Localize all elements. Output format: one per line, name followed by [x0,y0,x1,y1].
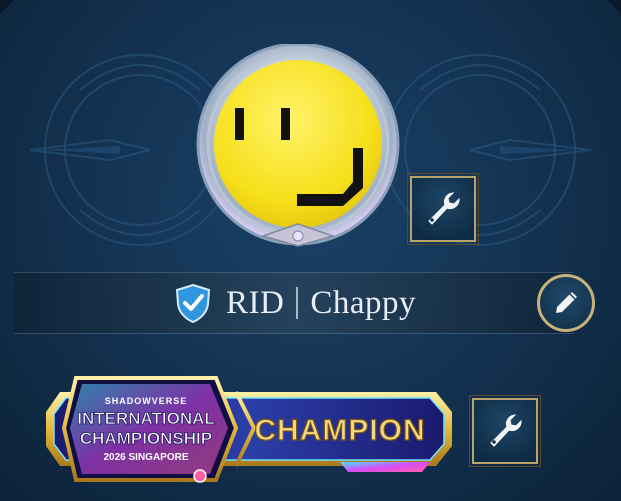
title-rank: CHAMPION [254,414,425,447]
corner-decoration [607,0,621,14]
wrench-icon [428,192,460,225]
wrench-icon [490,414,522,447]
title-edit-button[interactable] [469,395,541,467]
profile-screen: RID Chappy SHADOWVERSE INTERNATIONAL CHA… [0,0,621,501]
name-edit-button[interactable] [537,274,595,332]
title-event: 2026 SINGAPORE [103,452,188,463]
corner-decoration [0,0,14,14]
championship-title-badge[interactable]: SHADOWVERSE INTERNATIONAL CHAMPIONSHIP 2… [40,368,460,490]
pencil-icon [556,292,577,313]
avatar[interactable] [193,44,403,254]
title-line1: INTERNATIONAL [77,409,215,428]
avatar-edit-button[interactable] [407,173,479,245]
name-divider [296,287,299,319]
title-brand: SHADOWVERSE [105,396,188,406]
shield-check-icon [175,283,211,324]
player-name-bar: RID Chappy [14,272,574,334]
rid-label: RID [225,284,285,321]
title-line2: CHAMPIONSHIP [80,429,212,448]
player-name: Chappy [310,284,416,321]
